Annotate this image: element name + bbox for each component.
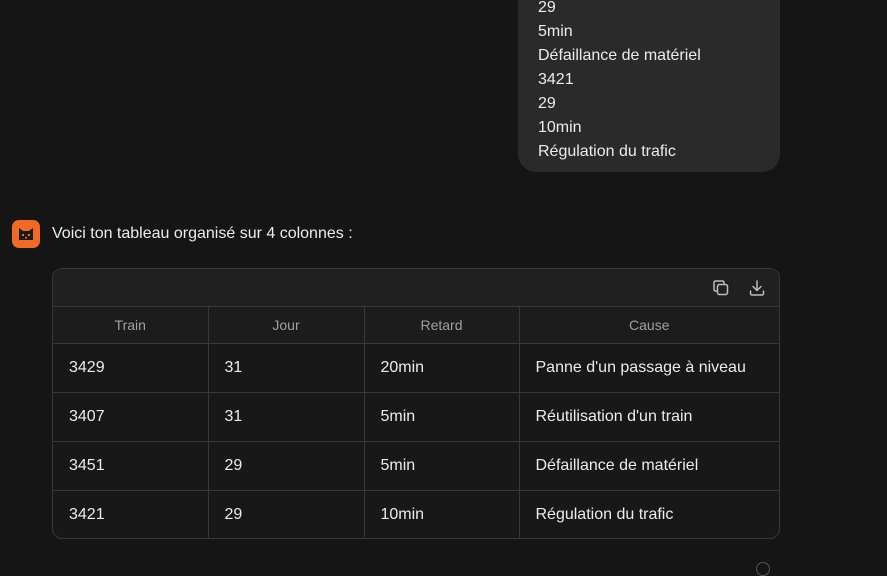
table-row: 3429 31 20min Panne d'un passage à nivea… [53, 343, 779, 393]
cell-train: 3451 [53, 441, 209, 491]
column-header-cause[interactable]: Cause [519, 307, 779, 344]
column-header-train[interactable]: Train [53, 307, 209, 344]
cell-cause: Régulation du trafic [535, 506, 674, 523]
cell-jour: 31 [208, 392, 365, 442]
cell-retard: 5min [364, 441, 520, 491]
user-message-line: 5min [538, 23, 573, 40]
user-message-bubble: 29 5min Défaillance de matériel 3421 29 … [518, 0, 780, 172]
cell-train: 3421 [53, 490, 209, 538]
cell-cause: Panne d'un passage à niveau [519, 343, 779, 393]
cell-jour: 31 [208, 343, 365, 393]
user-message-line: 29 [538, 0, 556, 16]
cell-train: 3407 [53, 392, 209, 442]
user-message-line: 3421 [538, 71, 574, 88]
data-table: Train Jour Retard Cause 3429 31 20min Pa… [53, 307, 779, 538]
cell-retard: 10min [364, 490, 520, 538]
cell-retard: 5min [364, 392, 520, 442]
cell-jour: 29 [208, 490, 365, 538]
table-toolbar [53, 269, 779, 307]
cell-train: 3429 [53, 343, 209, 393]
user-message-line: Défaillance de matériel [538, 47, 701, 64]
download-icon[interactable] [747, 278, 767, 298]
user-message-line: 10min [538, 119, 582, 136]
cell-cause: Réutilisation d'un train [519, 392, 779, 442]
table-header-row: Train Jour Retard Cause [53, 307, 779, 344]
cat-logo-icon [19, 228, 33, 240]
copy-icon[interactable] [711, 278, 731, 298]
column-header-jour[interactable]: Jour [208, 307, 365, 344]
table-container: Train Jour Retard Cause 3429 31 20min Pa… [52, 268, 780, 539]
cell-retard: 20min [364, 343, 520, 393]
table-row: 3407 31 5min Réutilisation d'un train [53, 392, 779, 442]
assistant-avatar [12, 220, 40, 248]
cell-cause: Défaillance de matériel [519, 441, 779, 491]
column-header-retard[interactable]: Retard [364, 307, 520, 344]
table-row: 3421 29 10min Régulation du trafic [53, 490, 779, 538]
table-row: 3451 29 5min Défaillance de matériel [53, 441, 779, 491]
assistant-intro-text: Voici ton tableau organisé sur 4 colonne… [52, 225, 353, 242]
user-message-line: Régulation du trafic [538, 143, 676, 160]
partial-icon [756, 562, 770, 576]
user-message-line: 29 [538, 95, 556, 112]
cell-jour: 29 [208, 441, 365, 491]
